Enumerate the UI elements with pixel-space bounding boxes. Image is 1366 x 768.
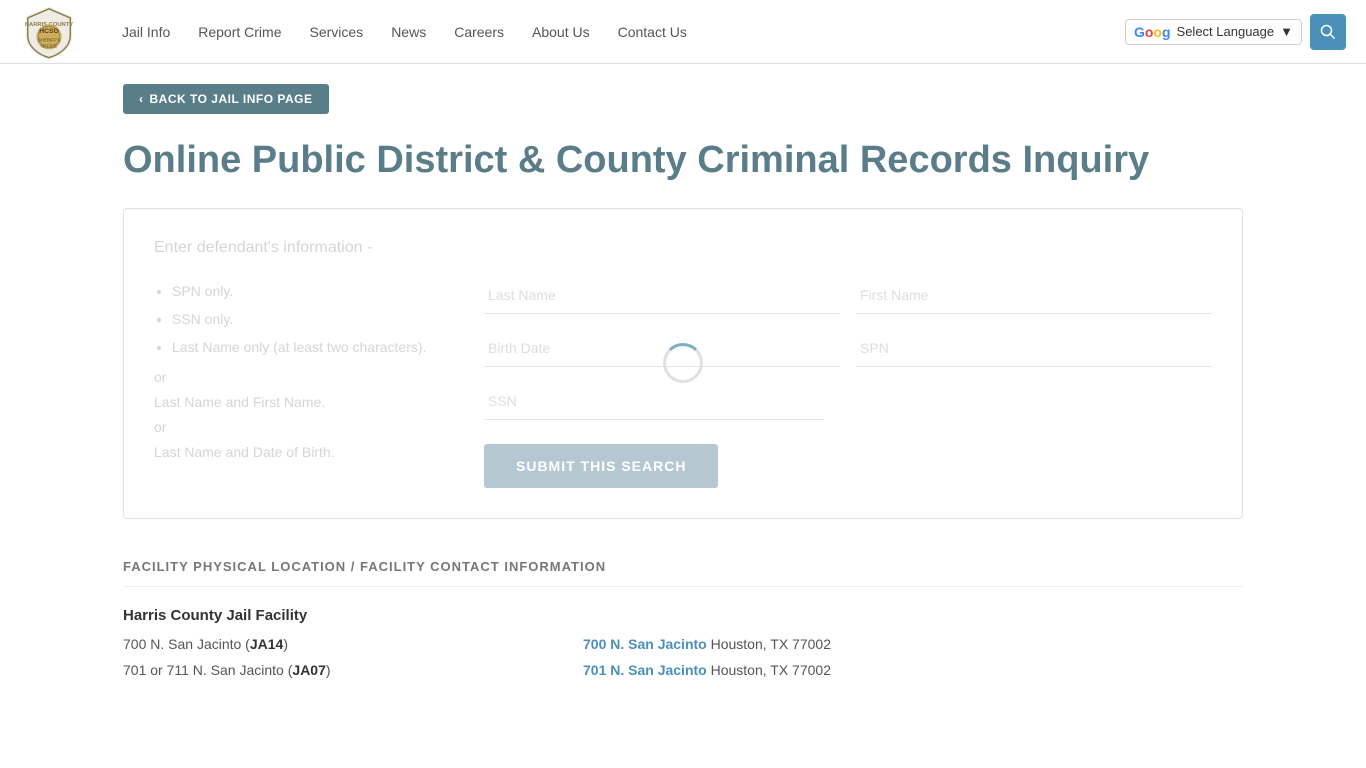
facility-section-header: FACILITY PHYSICAL LOCATION / FACILITY CO… <box>123 559 1243 587</box>
site-header: HARRIS COUNTY HCSO SHERIFF'S OFFICE Jail… <box>0 0 1366 64</box>
facility-right-1: 700 N. San Jacinto Houston, TX 77002 <box>583 636 1243 652</box>
back-chevron-icon: ‹ <box>139 92 144 106</box>
facility-section: FACILITY PHYSICAL LOCATION / FACILITY CO… <box>123 559 1243 678</box>
facility-code-2: JA07 <box>292 662 325 678</box>
back-button-label: BACK TO JAIL INFO PAGE <box>150 92 313 106</box>
svg-text:OFFICE: OFFICE <box>41 43 57 48</box>
nav-news[interactable]: News <box>377 18 440 46</box>
back-button[interactable]: ‹ BACK TO JAIL INFO PAGE <box>123 84 329 114</box>
translate-chevron-icon: ▼ <box>1280 24 1293 39</box>
loading-spinner <box>663 343 703 383</box>
header-right: Goog Select Language ▼ <box>1125 14 1346 50</box>
nav-about-us[interactable]: About Us <box>518 18 604 46</box>
facility-right-2: 701 N. San Jacinto Houston, TX 77002 <box>583 662 1243 678</box>
facility-city-2: Houston, TX 77002 <box>711 662 831 678</box>
facility-address-1-text: 700 N. San Jacinto ( <box>123 636 250 652</box>
search-icon <box>1320 24 1336 40</box>
nav-contact-us[interactable]: Contact Us <box>604 18 701 46</box>
facility-row-1: 700 N. San Jacinto (JA14) 700 N. San Jac… <box>123 636 1243 652</box>
svg-text:SHERIFF'S: SHERIFF'S <box>38 37 60 42</box>
nav-careers[interactable]: Careers <box>440 18 518 46</box>
facility-close-2: ) <box>326 662 331 678</box>
facility-link-1[interactable]: 700 N. San Jacinto <box>583 636 707 652</box>
facility-left-1: 700 N. San Jacinto (JA14) <box>123 636 523 652</box>
nav-jail-info[interactable]: Jail Info <box>108 18 184 46</box>
svg-text:HCSO: HCSO <box>39 27 59 34</box>
site-logo[interactable]: HARRIS COUNTY HCSO SHERIFF'S OFFICE <box>20 3 78 61</box>
facility-code-1: JA14 <box>250 636 283 652</box>
facility-address-2-text: 701 or 711 N. San Jacinto ( <box>123 662 292 678</box>
loading-spinner-overlay <box>124 209 1242 518</box>
translate-widget[interactable]: Goog Select Language ▼ <box>1125 19 1302 45</box>
facility-row-2: 701 or 711 N. San Jacinto (JA07) 701 N. … <box>123 662 1243 678</box>
google-g-icon: Goog <box>1134 24 1171 40</box>
facility-left-2: 701 or 711 N. San Jacinto (JA07) <box>123 662 523 678</box>
search-form-card: Enter defendant's information - SPN only… <box>123 208 1243 519</box>
nav-services[interactable]: Services <box>296 18 378 46</box>
page-content: ‹ BACK TO JAIL INFO PAGE Online Public D… <box>93 64 1273 708</box>
page-title: Online Public District & County Criminal… <box>123 138 1243 184</box>
search-button[interactable] <box>1310 14 1346 50</box>
logo-icon: HARRIS COUNTY HCSO SHERIFF'S OFFICE <box>20 3 78 61</box>
facility-name: Harris County Jail Facility <box>123 607 1243 624</box>
facility-link-2[interactable]: 701 N. San Jacinto <box>583 662 707 678</box>
nav-report-crime[interactable]: Report Crime <box>184 18 295 46</box>
facility-city-1: Houston, TX 77002 <box>711 636 831 652</box>
main-nav: Jail Info Report Crime Services News Car… <box>108 18 1125 46</box>
facility-close-1: ) <box>283 636 288 652</box>
translate-label: Select Language <box>1177 24 1275 39</box>
